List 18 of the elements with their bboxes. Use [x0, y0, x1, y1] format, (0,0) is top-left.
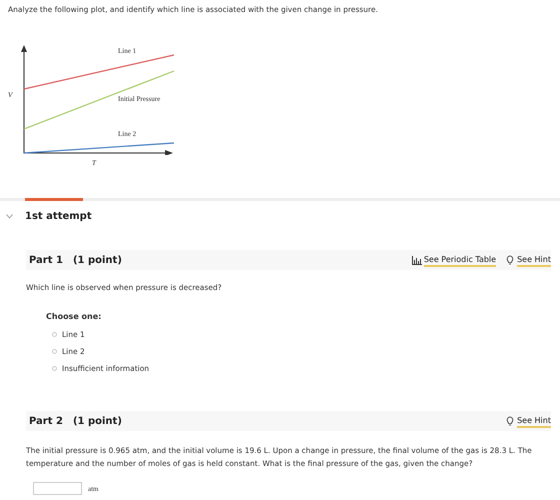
bar-chart-icon — [412, 256, 422, 265]
part-points: (1 point) — [72, 414, 122, 429]
attempt-tab-indicator — [25, 198, 83, 202]
radio-button[interactable] — [52, 332, 57, 337]
lightbulb-icon — [506, 255, 514, 266]
part-title: Part 1 — [29, 254, 63, 268]
choose-label: Choose one: — [46, 310, 102, 322]
part-points: (1 point) — [72, 254, 122, 268]
attempt-label: 1st attempt — [25, 210, 92, 224]
chevron-down-icon[interactable] — [6, 214, 13, 220]
radio-button[interactable] — [52, 366, 57, 372]
part-title: Part 2 — [29, 414, 63, 429]
periodic-table-link[interactable]: See Periodic Table — [424, 254, 496, 267]
answer-field[interactable] — [33, 482, 82, 496]
lightbulb-icon — [506, 416, 514, 426]
hint-link[interactable]: See Hint — [517, 414, 551, 428]
hint-link[interactable]: See Hint — [517, 254, 551, 267]
radio-button[interactable] — [52, 348, 57, 354]
